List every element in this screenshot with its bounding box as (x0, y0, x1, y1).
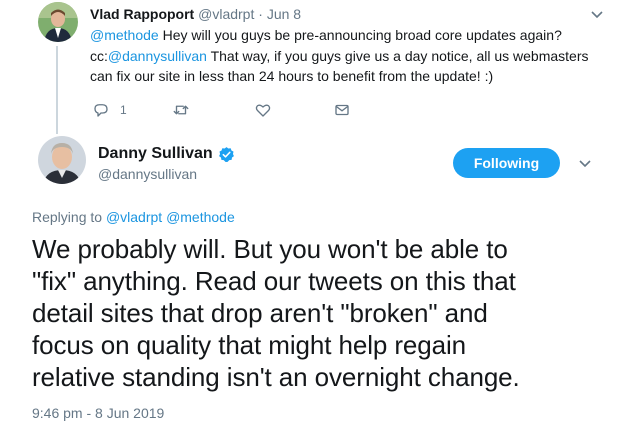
following-button[interactable]: Following (453, 148, 560, 178)
thread-line (56, 46, 58, 134)
direct-message-icon (335, 104, 349, 116)
like-icon (255, 104, 271, 117)
parent-tweet-header: Vlad Rappoport @vladrpt · Jun 8 (90, 6, 301, 22)
parent-author-handle[interactable]: @vladrpt (198, 6, 254, 22)
reply-count: 1 (120, 103, 127, 117)
main-author-name[interactable]: Danny Sullivan (98, 145, 213, 163)
parent-text-segment: can fix our site in less than 24 hours t… (90, 68, 494, 84)
main-author-handle[interactable]: @dannysullivan (98, 166, 197, 182)
parent-text-segment: That way, if you guys give us a day noti… (206, 47, 589, 64)
parent-tweet-text: @methode Hey will you guys be pre-announ… (90, 25, 606, 87)
parent-tweet-time[interactable]: Jun 8 (267, 6, 301, 22)
like-button[interactable] (254, 100, 272, 120)
replying-mention-vladrpt[interactable]: @vladrpt (106, 209, 162, 225)
replying-mention-methode[interactable]: @methode (166, 209, 235, 225)
chevron-down-icon[interactable] (589, 6, 605, 22)
parent-text-segment: Hey will you guys be pre-announcing broa… (158, 27, 562, 43)
main-tweet-text: We probably will. But you won't be able … (32, 233, 592, 393)
chevron-down-icon[interactable] (577, 155, 593, 171)
tweet-text-line: "fix" anything. Read our tweets on this … (32, 266, 516, 296)
reply-button[interactable]: 1 (92, 100, 127, 120)
verified-badge-icon (218, 146, 234, 162)
retweet-button[interactable] (172, 100, 190, 120)
main-avatar[interactable] (38, 136, 86, 184)
direct-message-button[interactable] (333, 100, 351, 120)
replying-prefix: Replying to (32, 209, 106, 225)
tweet-timestamp[interactable]: 9:46 pm - 8 Jun 2019 (32, 405, 164, 421)
parent-avatar[interactable] (38, 2, 78, 42)
replying-to: Replying to @vladrpt @methode (32, 209, 235, 225)
parent-author-name[interactable]: Vlad Rappoport (90, 6, 194, 22)
mention-link[interactable]: @dannysullivan (108, 48, 207, 64)
parent-text-segment: cc: (90, 47, 108, 64)
tweet-text-line: detail sites that drop aren't "broken" a… (32, 298, 488, 328)
separator-dot: · (258, 6, 263, 22)
main-author-name-row: Danny Sullivan (98, 145, 235, 163)
retweet-icon (173, 105, 189, 115)
tweet-text-line: We probably will. But you won't be able … (32, 234, 508, 264)
tweet-text-line: focus on quality that might help regain (32, 330, 467, 360)
parent-tweet-actions: 1 (90, 100, 390, 120)
tweet-text-line: relative standing isn't an overnight cha… (32, 362, 520, 392)
reply-icon (94, 104, 108, 117)
mention-link[interactable]: @methode (90, 27, 159, 43)
